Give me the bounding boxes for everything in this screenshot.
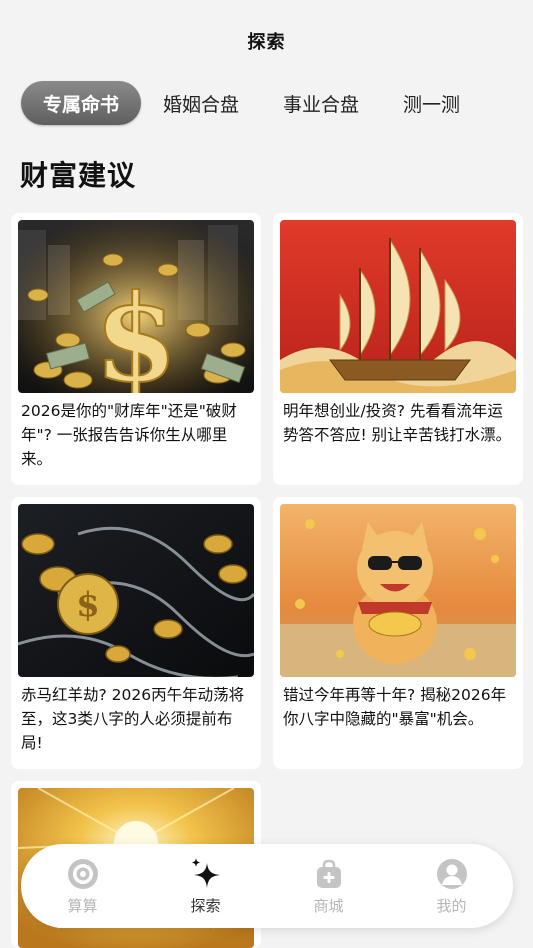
svg-text:$: $	[76, 585, 100, 625]
nav-item-profile[interactable]: 我的	[390, 844, 513, 928]
target-icon	[66, 857, 100, 891]
nav-label: 商城	[313, 896, 344, 915]
article-title: 明年想创业/投资? 先看看流年运势答不答应! 别让辛苦钱打水漂。	[283, 402, 512, 444]
article-image-coins-water: $	[18, 504, 254, 677]
section-title: 财富建议	[20, 159, 137, 192]
article-card[interactable]: $ 赤马红羊劫? 2026丙午年动荡将至，这3类八字的人必须提前布局!	[11, 497, 261, 769]
article-image-gold-dollar: $	[18, 220, 254, 393]
nav-label: 算算	[67, 896, 98, 915]
article-title: 2026是你的"财库年"还是"破财年"? 一张报告告诉你生从哪里来。	[21, 402, 237, 468]
article-card[interactable]: $ 2026是你的"财库年"还是"破财年"? 一张报告告诉你生从哪里来。	[11, 213, 261, 485]
nav-item-shop[interactable]: 商城	[267, 844, 390, 928]
article-image-sailing-ship	[280, 220, 516, 393]
nav-label: 探索	[190, 896, 221, 915]
top-header: 探索	[0, 0, 533, 80]
shop-bag-icon	[312, 857, 346, 891]
tab-marriage-match[interactable]: 婚姻合盘	[141, 81, 261, 125]
article-title: 赤马红羊劫? 2026丙午年动荡将至，这3类八字的人必须提前布局!	[21, 686, 245, 752]
tab-career-match[interactable]: 事业合盘	[261, 81, 381, 125]
sparkle-icon	[189, 857, 223, 891]
user-icon	[435, 857, 469, 891]
page-title: 探索	[247, 32, 286, 53]
svg-text:$: $	[94, 268, 178, 393]
article-card[interactable]: 错过今年再等十年? 揭秘2026年你八字中隐藏的"暴富"机会。	[273, 497, 523, 769]
tab-exclusive-book[interactable]: 专属命书	[21, 81, 142, 125]
tab-quiz[interactable]: 测一测	[381, 81, 482, 125]
nav-label: 我的	[436, 896, 467, 915]
bottom-navigation: 算算 探索 商城 我的	[21, 844, 513, 928]
nav-item-explore[interactable]: 探索	[144, 844, 267, 928]
category-tabs: 专属命书 婚姻合盘 事业合盘 测一测	[21, 81, 482, 125]
article-image-fortune-cat	[280, 504, 516, 677]
article-card[interactable]: 明年想创业/投资? 先看看流年运势答不答应! 别让辛苦钱打水漂。	[273, 213, 523, 485]
article-title: 错过今年再等十年? 揭秘2026年你八字中隐藏的"暴富"机会。	[283, 686, 507, 728]
nav-item-calculate[interactable]: 算算	[21, 844, 144, 928]
